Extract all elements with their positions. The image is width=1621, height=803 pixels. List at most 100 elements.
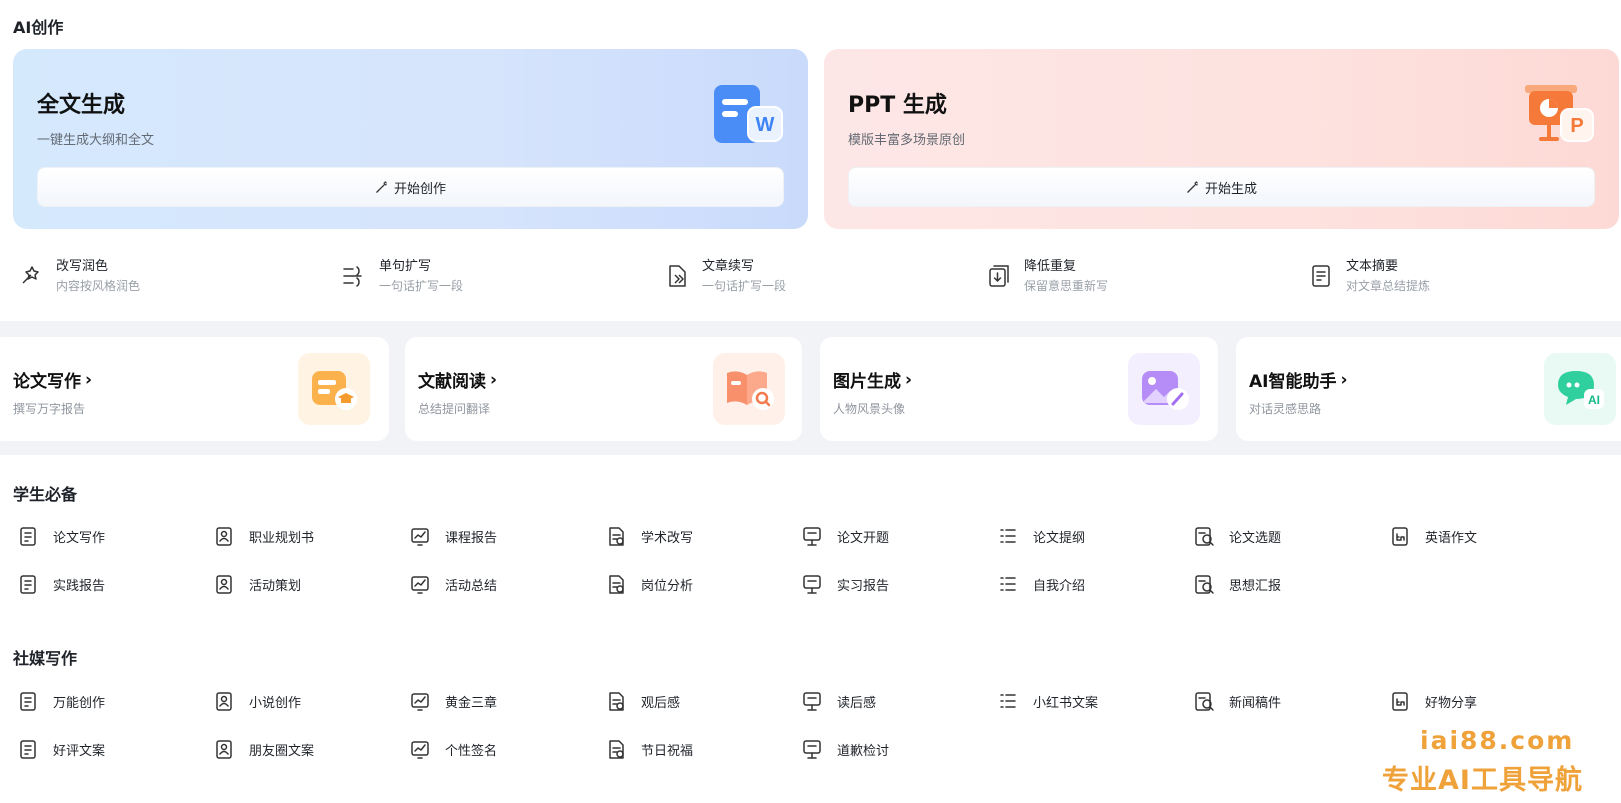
grid-item-label: 自我介绍	[1033, 578, 1086, 594]
grid-item-个性签名[interactable]: 个性签名	[409, 738, 497, 760]
signature-icon	[409, 738, 431, 760]
grid-item-label: 小说创作	[249, 695, 302, 711]
flower-icon	[605, 738, 627, 760]
aperture-icon	[213, 738, 235, 760]
grid-item-论文选题[interactable]: 论文选题	[1193, 525, 1281, 547]
ppt-icon: P	[1525, 85, 1594, 142]
hero-card-ppt[interactable]: PPT 生成 模版丰富多场景原创 P 开始生成	[824, 49, 1619, 229]
grid-item-label: 思想汇报	[1229, 578, 1282, 594]
start-generate-button[interactable]: 开始生成	[848, 167, 1595, 207]
chevron-right-icon: ›	[85, 369, 93, 390]
hero-subtitle: 一键生成大纲和全文	[37, 133, 155, 148]
grid-item-黄金三章[interactable]: 黄金三章	[409, 690, 497, 712]
start-create-button[interactable]: 开始创作	[37, 167, 784, 207]
thought-report-icon	[1193, 573, 1215, 595]
tool-desc: 内容按风格润色	[56, 279, 141, 293]
glasses-icon	[605, 690, 627, 712]
grid-item-思想汇报[interactable]: 思想汇报	[1193, 573, 1281, 595]
chevron-right-icon: ›	[905, 369, 913, 390]
grid-item-label: 活动总结	[445, 578, 498, 594]
feature-card-reading[interactable]: 文献阅读 › 总结提问翻译	[405, 337, 802, 441]
grid-item-小红书文案[interactable]: 小红书文案	[997, 690, 1098, 712]
section-title-social: 社媒写作	[13, 649, 78, 668]
grid-item-观后感[interactable]: 观后感	[605, 690, 680, 712]
tool-desc: 对文章总结提炼	[1346, 279, 1431, 293]
grid-item-朋友圈文案[interactable]: 朋友圈文案	[213, 738, 314, 760]
grid-item-道歉检讨[interactable]: 道歉检讨	[801, 738, 889, 760]
grid-item-label: 岗位分析	[641, 578, 694, 594]
tool-desc: 保留意思重新写	[1024, 279, 1109, 293]
document-forward-icon	[669, 265, 686, 287]
svg-text:P: P	[1570, 115, 1583, 137]
tool-name: 改写润色	[56, 259, 109, 274]
summary-list-icon	[1312, 265, 1330, 287]
grid-item-label: 职业规划书	[249, 530, 315, 546]
tool-expand[interactable]: 单句扩写 一句话扩写一段	[341, 258, 463, 296]
grid-item-label: 论文提纲	[1033, 530, 1086, 546]
tool-continue[interactable]: 文章续写一句话扩写一段	[664, 258, 786, 296]
share-hand-icon	[1389, 690, 1411, 712]
grid-item-好物分享[interactable]: 好物分享	[1389, 690, 1477, 712]
xiaohongshu-icon	[997, 690, 1019, 712]
grid-item-label: 好物分享	[1425, 695, 1478, 711]
tool-rewrite[interactable]: 改写润色内容按风格润色	[18, 258, 140, 296]
practice-report-icon	[17, 573, 39, 595]
career-plan-icon	[213, 525, 235, 547]
grid-item-英语作文[interactable]: 英语作文	[1389, 525, 1477, 547]
grid-item-自我介绍[interactable]: 自我介绍	[997, 573, 1085, 595]
outline-icon	[997, 525, 1019, 547]
hero-card-fulltext[interactable]: 全文生成 一键生成大纲和全文 W 开始创作	[13, 49, 808, 229]
grid-item-实践报告[interactable]: 实践报告	[17, 573, 105, 595]
grid-item-label: 新闻稿件	[1229, 695, 1282, 711]
grid-item-论文开题[interactable]: 论文开题	[801, 525, 889, 547]
grid-item-学术改写[interactable]: 学术改写	[605, 525, 693, 547]
golden-chapter-icon	[409, 690, 431, 712]
magic-pen-icon	[22, 266, 39, 284]
image-brush-icon	[1128, 353, 1200, 425]
chevron-right-icon: ›	[490, 369, 498, 390]
word-doc-icon: W	[714, 85, 783, 143]
tool-summary[interactable]: 文本摘要对文章总结提炼	[1308, 258, 1430, 296]
grid-item-论文提纲[interactable]: 论文提纲	[997, 525, 1085, 547]
balloon-icon	[409, 573, 431, 595]
grid-item-读后感[interactable]: 读后感	[801, 690, 876, 712]
grid-item-label: 个性签名	[445, 743, 498, 759]
tool-desc: 一句话扩写一段	[379, 279, 464, 293]
grid-item-好评文案[interactable]: 好评文案	[17, 738, 105, 760]
feature-title: 论文写作	[13, 372, 81, 392]
grid-item-活动总结[interactable]: 活动总结	[409, 573, 497, 595]
novel-icon	[213, 690, 235, 712]
watermark-slogan: 专业AI工具导航	[1382, 765, 1583, 796]
grid-item-label: 道歉检讨	[837, 743, 890, 759]
feature-card-assistant[interactable]: AI智能助手 › 对话灵感思路 AI	[1236, 337, 1621, 441]
grid-item-label: 好评文案	[53, 743, 106, 759]
grid-item-新闻稿件[interactable]: 新闻稿件	[1193, 690, 1281, 712]
feature-title: AI智能助手	[1249, 372, 1337, 392]
tool-name: 文章续写	[702, 259, 755, 274]
tool-dedupe[interactable]: 降低重复保留意思重新写	[986, 258, 1108, 296]
grid-item-实习报告[interactable]: 实习报告	[801, 573, 889, 595]
tool-name: 降低重复	[1024, 259, 1077, 274]
feature-card-paper[interactable]: 论文写作 › 撰写万字报告	[0, 337, 389, 441]
grid-item-label: 论文选题	[1229, 530, 1282, 546]
grid-item-小说创作[interactable]: 小说创作	[213, 690, 301, 712]
grid-item-职业规划书[interactable]: 职业规划书	[213, 525, 314, 547]
wand-icon	[376, 180, 387, 193]
grid-item-label: 学术改写	[641, 530, 694, 546]
english-essay-icon	[1389, 525, 1411, 547]
grid-item-label: 万能创作	[53, 695, 106, 711]
grid-item-课程报告[interactable]: 课程报告	[409, 525, 497, 547]
grid-item-活动策划[interactable]: 活动策划	[213, 573, 301, 595]
feature-card-image[interactable]: 图片生成 › 人物风景头像	[820, 337, 1218, 441]
hero-subtitle: 模版丰富多场景原创	[848, 133, 966, 148]
grid-item-节日祝福[interactable]: 节日祝福	[605, 738, 693, 760]
grid-item-万能创作[interactable]: 万能创作	[17, 690, 105, 712]
grid-item-论文写作[interactable]: 论文写作	[17, 525, 105, 547]
grid-item-label: 英语作文	[1425, 530, 1478, 546]
grid-item-岗位分析[interactable]: 岗位分析	[605, 573, 693, 595]
svg-text:W: W	[756, 114, 775, 136]
chevron-right-icon: ›	[1340, 369, 1348, 390]
tool-name: 文本摘要	[1346, 259, 1399, 274]
tool-desc: 一句话扩写一段	[702, 279, 787, 293]
megaphone-icon	[213, 573, 235, 595]
